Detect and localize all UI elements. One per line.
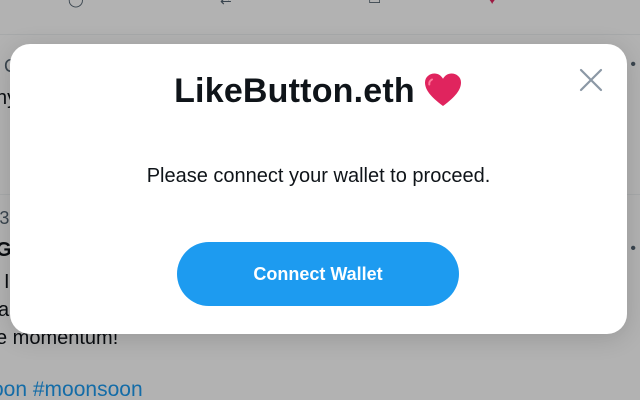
heart-icon — [423, 72, 463, 108]
modal-title: LikeButton.eth — [10, 72, 627, 111]
modal-title-text: LikeButton.eth — [174, 72, 415, 110]
close-icon[interactable] — [579, 68, 603, 92]
connect-wallet-modal: LikeButton.eth Please connect your walle… — [10, 44, 627, 334]
modal-message: Please connect your wallet to proceed. — [146, 165, 491, 187]
connect-wallet-button[interactable]: Connect Wallet — [177, 242, 459, 306]
